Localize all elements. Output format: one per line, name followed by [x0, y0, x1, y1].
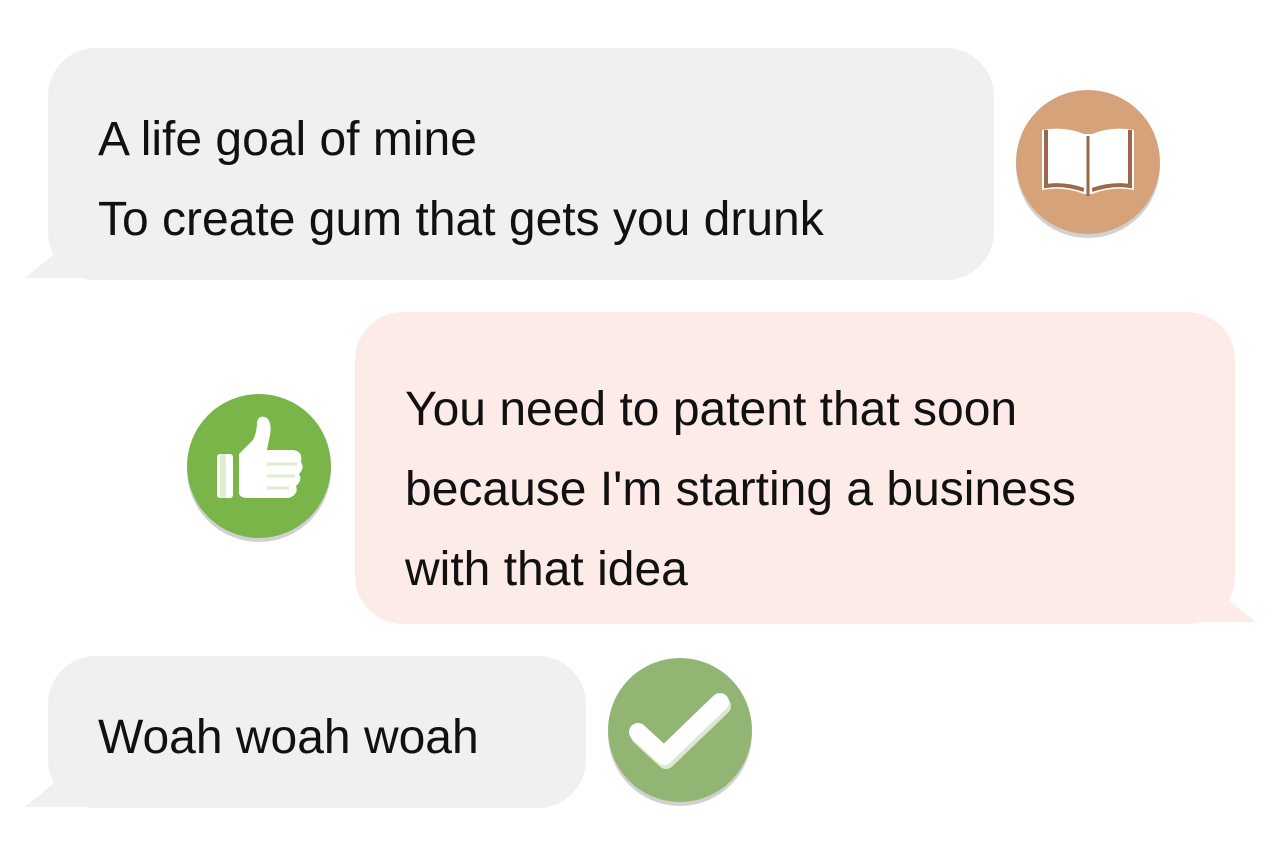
message-text-line: with that idea: [405, 543, 688, 596]
message-text-line: You need to patent that soon: [405, 383, 1018, 436]
message-bubble-incoming[interactable]: A life goal of mine To create gum that g…: [48, 48, 994, 280]
message-bubble-outgoing[interactable]: You need to patent that soon because I'm…: [355, 312, 1235, 624]
thumbs-up-icon: [187, 394, 331, 538]
message-text-line: A life goal of mine: [98, 113, 477, 166]
message-text-line: To create gum that gets you drunk: [98, 193, 824, 246]
checkmark-icon: [608, 658, 752, 802]
message-bubble-incoming[interactable]: Woah woah woah: [48, 656, 586, 808]
message-text-line: because I'm starting a business: [405, 463, 1076, 516]
open-book-icon: [1016, 90, 1160, 234]
message-text-line: Woah woah woah: [98, 711, 479, 764]
